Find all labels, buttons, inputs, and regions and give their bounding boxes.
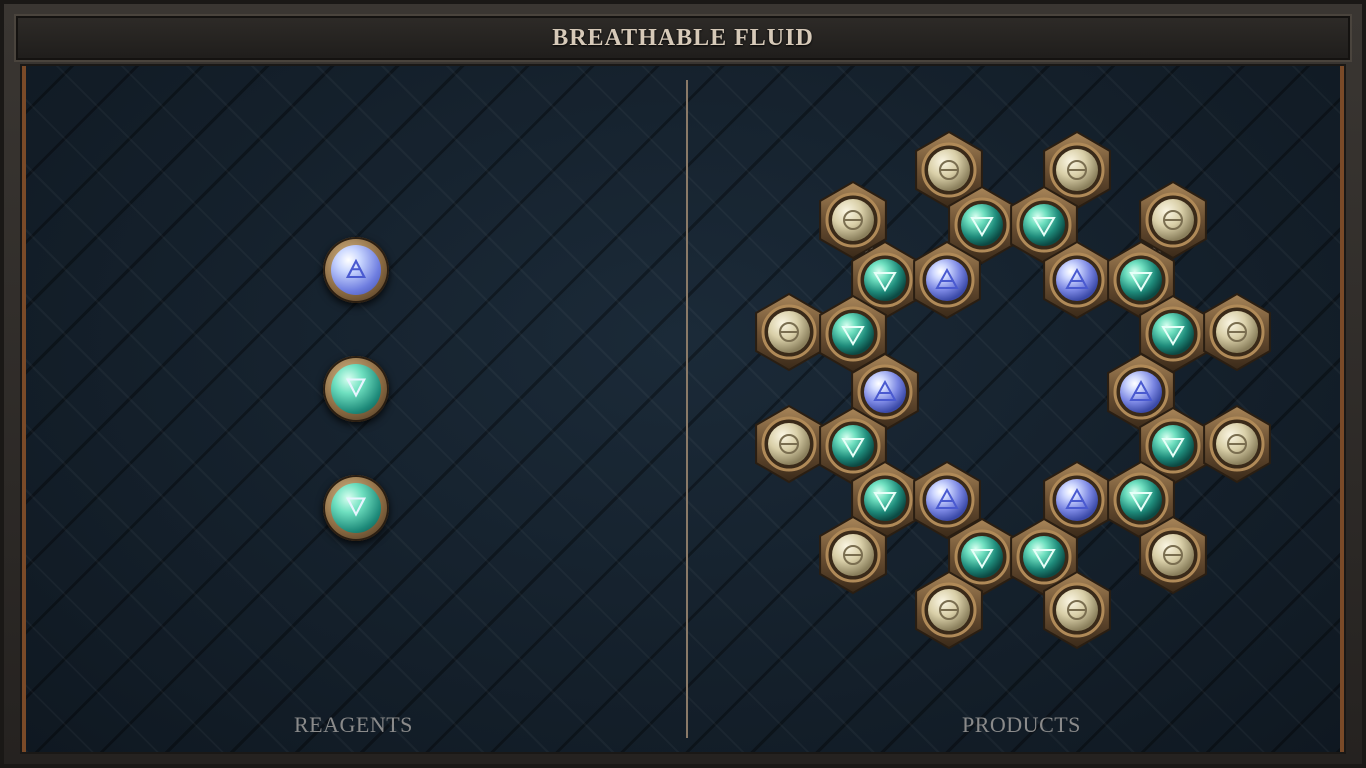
product-salt-atom[interactable] bbox=[1145, 192, 1201, 248]
product-air-atom[interactable] bbox=[919, 252, 975, 308]
product-salt-atom[interactable] bbox=[1145, 527, 1201, 583]
product-water-atom[interactable] bbox=[1113, 472, 1169, 528]
product-water-atom[interactable] bbox=[954, 197, 1010, 253]
product-water-atom[interactable] bbox=[857, 472, 913, 528]
product-air-atom[interactable] bbox=[1113, 364, 1169, 420]
product-salt-atom[interactable] bbox=[921, 582, 977, 638]
product-water-atom[interactable] bbox=[954, 529, 1010, 585]
product-water-atom[interactable] bbox=[825, 418, 881, 474]
product-salt-atom[interactable] bbox=[921, 142, 977, 198]
product-water-atom[interactable] bbox=[1145, 306, 1201, 362]
product-air-atom[interactable] bbox=[919, 472, 975, 528]
product-air-atom[interactable] bbox=[1049, 252, 1105, 308]
title-bar: BREATHABLE FLUID bbox=[14, 14, 1352, 62]
product-water-atom[interactable] bbox=[1016, 197, 1072, 253]
product-salt-atom[interactable] bbox=[1209, 416, 1265, 472]
product-salt-atom[interactable] bbox=[1209, 304, 1265, 360]
product-water-atom[interactable] bbox=[1016, 529, 1072, 585]
product-molecule[interactable] bbox=[26, 66, 1344, 752]
product-water-atom[interactable] bbox=[1145, 418, 1201, 474]
product-water-atom[interactable] bbox=[857, 252, 913, 308]
product-water-atom[interactable] bbox=[825, 306, 881, 362]
product-air-atom[interactable] bbox=[857, 364, 913, 420]
product-salt-atom[interactable] bbox=[1049, 142, 1105, 198]
product-air-atom[interactable] bbox=[1049, 472, 1105, 528]
puzzle-board: 🜁 🜄 🜄 REAGENTS PRODUCTS bbox=[20, 64, 1346, 754]
product-water-atom[interactable] bbox=[1113, 252, 1169, 308]
product-salt-atom[interactable] bbox=[825, 192, 881, 248]
product-salt-atom[interactable] bbox=[761, 304, 817, 360]
product-salt-atom[interactable] bbox=[1049, 582, 1105, 638]
product-salt-atom[interactable] bbox=[761, 416, 817, 472]
puzzle-title: BREATHABLE FLUID bbox=[552, 24, 814, 51]
product-salt-atom[interactable] bbox=[825, 527, 881, 583]
